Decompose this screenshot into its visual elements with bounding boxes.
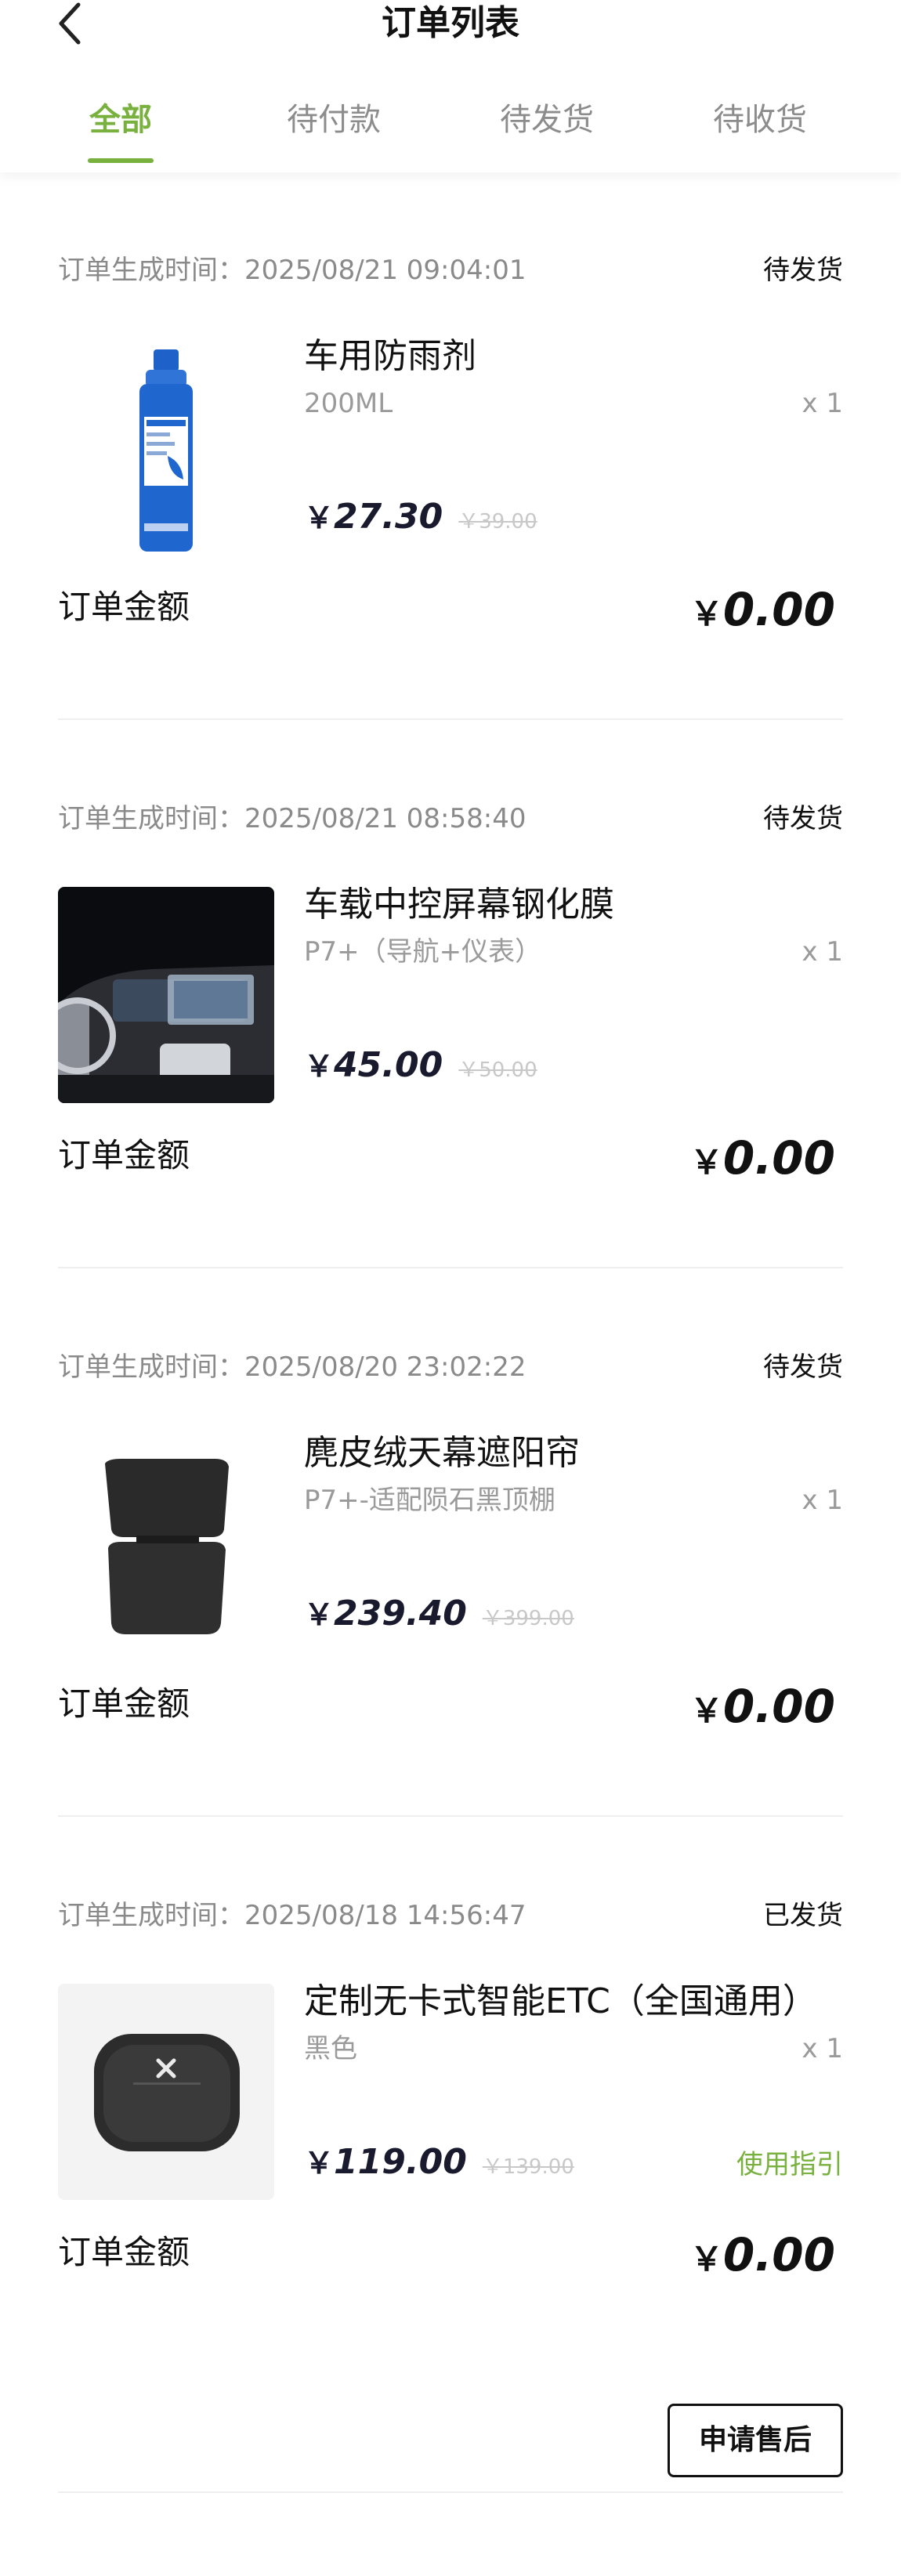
- price-value: 239.40: [334, 1594, 467, 1634]
- amount-value: 0.00: [722, 1131, 835, 1185]
- tab-label: 待付款: [287, 102, 381, 138]
- original-price: ￥50.00: [458, 1058, 537, 1082]
- tab-pending-payment[interactable]: 待付款: [248, 92, 420, 147]
- currency-symbol: ￥: [689, 2240, 723, 2278]
- product-image[interactable]: [58, 338, 274, 555]
- amount-value: 0.00: [722, 1680, 835, 1733]
- currency-symbol: ￥: [689, 1691, 723, 1730]
- apply-after-sale-button[interactable]: 申请售后: [668, 2404, 843, 2477]
- currency-symbol: ￥: [689, 1143, 723, 1181]
- product-image[interactable]: [58, 1435, 274, 1652]
- divider: [58, 1267, 843, 1268]
- product-name: 麂皮绒天幕遮阳帘: [304, 1433, 580, 1473]
- currency-symbol: ￥: [304, 501, 335, 535]
- tab-pending-shipment[interactable]: 待发货: [461, 92, 633, 147]
- order-status: 待发货: [763, 1351, 843, 1383]
- order-time: 订单生成时间：2025/08/18 14:56:47: [58, 1900, 526, 1931]
- order-amount: ￥0.00: [690, 2223, 835, 2298]
- rain-repellent-bottle-image: [58, 338, 274, 555]
- order-amount: ￥0.00: [690, 1675, 835, 1749]
- car-dashboard-screen-image: [58, 887, 274, 1103]
- tab-all[interactable]: 全部: [34, 92, 207, 163]
- order-amount-label: 订单金额: [58, 1684, 190, 1723]
- product-name: 车用防雨剂: [304, 336, 476, 376]
- product-name: 车载中控屏幕钢化膜: [304, 885, 614, 924]
- amount-value: 0.00: [722, 583, 835, 636]
- sunshade-panels-image: [58, 1435, 274, 1652]
- original-price: ￥39.00: [458, 510, 537, 534]
- tab-pending-receipt[interactable]: 待收货: [674, 92, 846, 147]
- product-price: ￥239.40 ￥399.00: [304, 1586, 574, 1648]
- price-value: 27.30: [334, 497, 443, 537]
- order-tabs: 全部 待付款 待发货 待收货: [0, 92, 901, 171]
- page-title: 订单列表: [382, 3, 519, 43]
- product-quantity: x 1: [801, 388, 843, 419]
- product-image[interactable]: [58, 887, 274, 1103]
- currency-symbol: ￥: [689, 595, 723, 633]
- tab-label: 待收货: [713, 102, 807, 138]
- price-value: 119.00: [334, 2142, 467, 2182]
- product-price: ￥119.00 ￥139.00: [304, 2135, 574, 2197]
- product-price: ￥27.30 ￥39.00: [304, 490, 537, 552]
- currency-symbol: ￥: [304, 1049, 335, 1084]
- product-price: ￥45.00 ￥50.00: [304, 1038, 537, 1100]
- product-spec: P7+-适配陨石黑顶棚: [304, 1485, 555, 1516]
- original-price: ￥399.00: [482, 1607, 574, 1630]
- order-status: 已发货: [763, 1900, 843, 1931]
- product-quantity: x 1: [801, 1485, 843, 1516]
- order-status: 待发货: [763, 255, 843, 286]
- tab-label: 全部: [89, 102, 152, 138]
- order-amount-label: 订单金额: [58, 1136, 190, 1174]
- divider: [58, 718, 843, 720]
- order-amount: ￥0.00: [690, 1127, 835, 1201]
- order-time: 订单生成时间：2025/08/21 08:58:40: [58, 803, 526, 834]
- order-amount-label: 订单金额: [58, 588, 190, 626]
- etc-device-image: [58, 1984, 274, 2200]
- order-time: 订单生成时间：2025/08/20 23:02:22: [58, 1351, 526, 1383]
- product-spec: 黑色: [304, 2033, 357, 2064]
- product-quantity: x 1: [801, 936, 843, 968]
- product-spec: P7+（导航+仪表）: [304, 936, 542, 968]
- product-spec: 200ML: [304, 388, 393, 419]
- original-price: ￥139.00: [482, 2155, 574, 2179]
- currency-symbol: ￥: [304, 1597, 335, 1632]
- order-amount-label: 订单金额: [58, 2233, 190, 2271]
- usage-guide-link[interactable]: 使用指引: [736, 2145, 843, 2184]
- product-name: 定制无卡式智能ETC（全国通用）: [304, 1981, 817, 2021]
- product-image[interactable]: [58, 1984, 274, 2200]
- active-tab-indicator: [88, 158, 154, 163]
- top-bar: 订单列表 全部 待付款 待发货 待收货: [0, 0, 901, 172]
- order-time: 订单生成时间：2025/08/21 09:04:01: [58, 255, 526, 286]
- amount-value: 0.00: [722, 2228, 835, 2281]
- divider: [58, 2491, 843, 2493]
- price-value: 45.00: [334, 1045, 443, 1085]
- divider: [58, 1815, 843, 1817]
- order-amount: ￥0.00: [690, 578, 835, 653]
- tab-label: 待发货: [500, 102, 594, 138]
- order-status: 待发货: [763, 803, 843, 834]
- currency-symbol: ￥: [304, 2146, 335, 2180]
- product-quantity: x 1: [801, 2033, 843, 2064]
